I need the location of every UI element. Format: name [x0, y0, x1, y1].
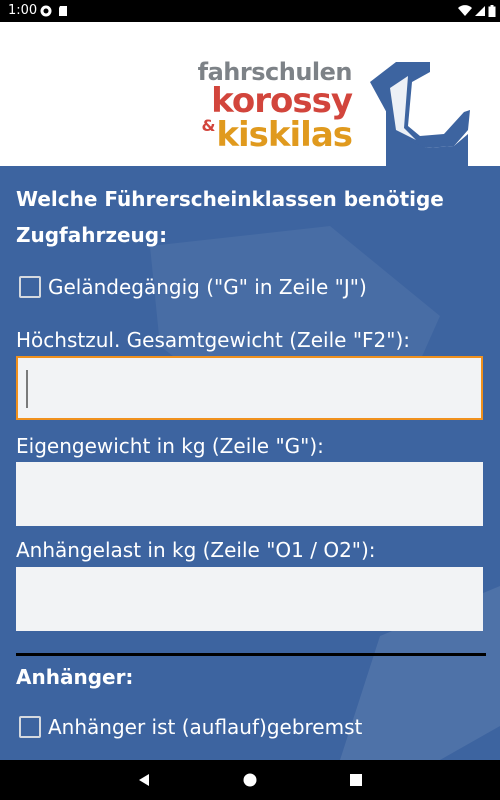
battery-icon	[488, 5, 496, 17]
logo-ampersand: &	[201, 116, 215, 135]
trailer-load-input[interactable]	[16, 567, 483, 631]
logo-line-korossy: korossy	[211, 81, 353, 121]
trailer-load-label: Anhängelast in kg (Zeile "O1 / O2"):	[16, 538, 376, 562]
heading-line1: Welche Führerscheinklassen benötige	[16, 187, 444, 211]
status-bar: 1:00	[0, 0, 500, 22]
logo-text: fahrschulen korossy &kiskilas	[198, 60, 353, 155]
back-icon[interactable]	[136, 772, 152, 788]
wifi-icon	[458, 5, 472, 17]
logo-line-kiskilas-wrap: &kiskilas	[198, 115, 353, 155]
navigation-bar	[0, 760, 500, 800]
status-time: 1:00	[8, 3, 38, 18]
trailer-heading: Anhänger:	[16, 665, 134, 689]
offroad-checkbox-label[interactable]: Geländegängig ("G" in Zeile "J")	[48, 275, 367, 299]
home-icon[interactable]	[242, 772, 258, 788]
section-divider	[16, 653, 486, 656]
notification-icon	[40, 5, 52, 17]
logo-line-kiskilas: kiskilas	[216, 115, 353, 155]
braked-checkbox[interactable]	[19, 716, 41, 738]
own-weight-input[interactable]	[16, 462, 483, 526]
text-caret	[26, 370, 28, 408]
braked-checkbox-label[interactable]: Anhänger ist (auflauf)gebremst	[48, 715, 362, 739]
heading-line2: Zugfahrzeug:	[16, 223, 168, 247]
offroad-checkbox[interactable]	[19, 276, 41, 298]
recents-icon[interactable]	[348, 772, 364, 788]
sd-card-icon	[59, 6, 67, 16]
own-weight-label: Eigengewicht in kg (Zeile "G"):	[16, 434, 324, 458]
signal-icon	[475, 6, 485, 16]
form-area[interactable]: Welche Führerscheinklassen benötige Zugf…	[0, 166, 500, 760]
app-header: fahrschulen korossy &kiskilas	[0, 22, 500, 168]
max-weight-input[interactable]	[16, 356, 483, 420]
logo-mark-icon	[370, 62, 470, 168]
max-weight-label: Höchstzul. Gesamtgewicht (Zeile "F2"):	[16, 328, 410, 352]
